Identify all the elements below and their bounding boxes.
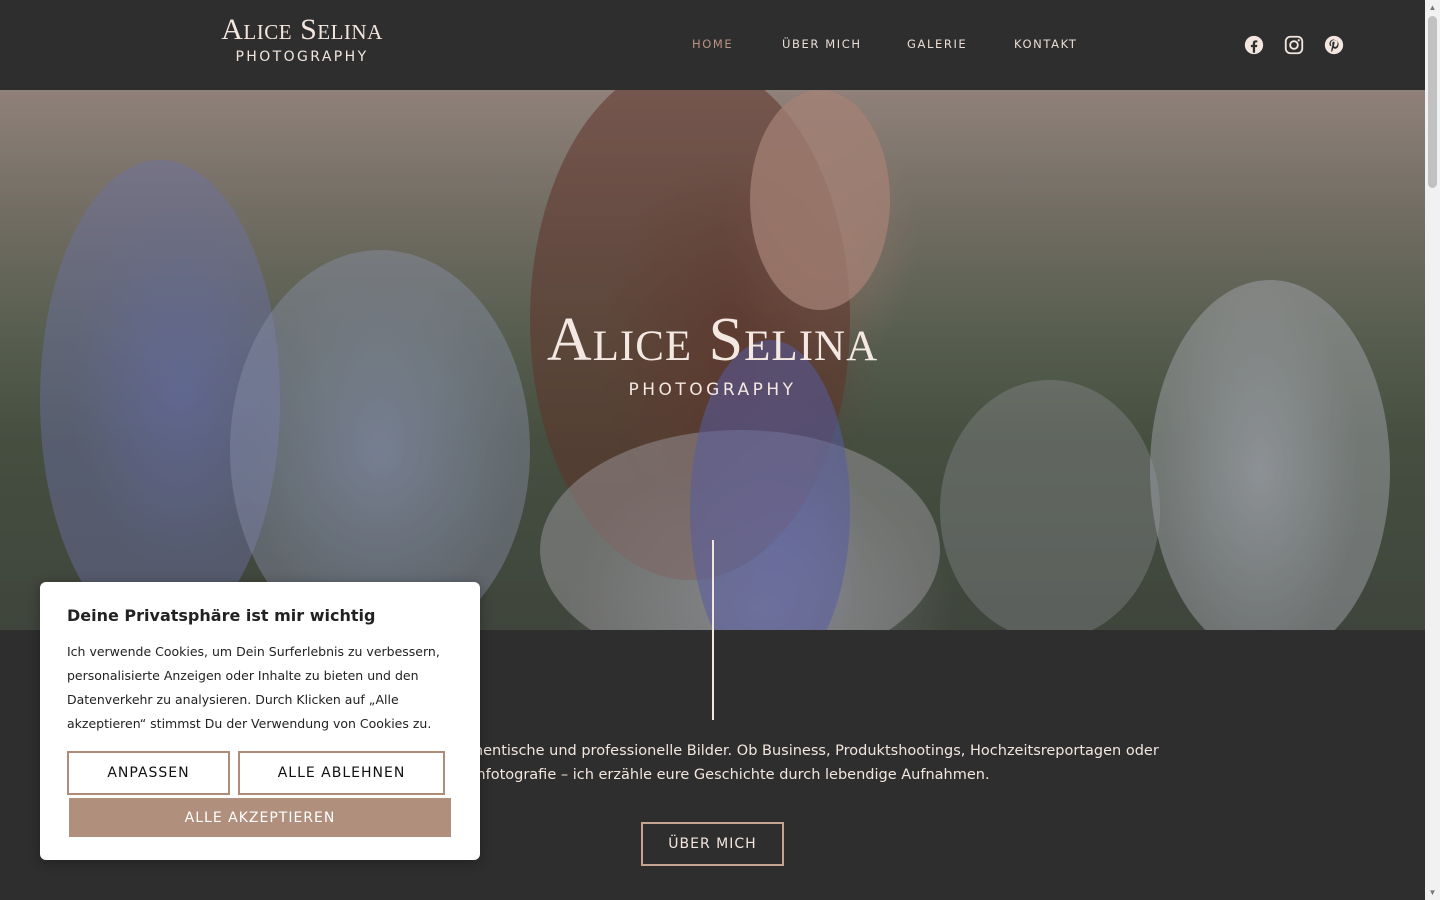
logo-name: Alice Selina xyxy=(221,13,383,46)
divider-line xyxy=(712,540,714,720)
ueber-mich-button[interactable]: ÜBER MICH xyxy=(641,822,784,866)
site-logo[interactable]: Alice Selina PHOTOGRAPHY xyxy=(212,13,392,66)
hero-subtitle: PHOTOGRAPHY xyxy=(628,380,797,400)
customize-button[interactable]: ANPASSEN xyxy=(67,751,230,795)
scroll-up-icon[interactable]: ▲ xyxy=(1425,0,1440,15)
hero-title: Alice Selina xyxy=(546,306,879,374)
accept-all-button[interactable]: ALLE AKZEPTIEREN xyxy=(69,798,451,837)
site-header: Alice Selina PHOTOGRAPHY HOME ÜBER MICH … xyxy=(0,0,1425,90)
nav-item-ueber-mich[interactable]: ÜBER MICH xyxy=(782,37,862,51)
instagram-icon[interactable] xyxy=(1283,34,1305,56)
logo-subtitle: PHOTOGRAPHY xyxy=(235,49,369,65)
reject-all-button[interactable]: ALLE ABLEHNEN xyxy=(238,751,445,795)
cookie-consent-dialog: Deine Privatsphäre ist mir wichtig Ich v… xyxy=(40,582,480,860)
nav-item-kontakt[interactable]: KONTAKT xyxy=(1014,37,1077,51)
nav-item-home[interactable]: HOME xyxy=(692,37,733,51)
facebook-icon[interactable] xyxy=(1243,34,1265,56)
scroll-down-icon[interactable]: ▼ xyxy=(1425,885,1440,900)
hero-title-block: Alice Selina PHOTOGRAPHY xyxy=(0,308,1425,400)
nav-item-galerie[interactable]: GALERIE xyxy=(907,37,967,51)
scroll-thumb[interactable] xyxy=(1428,16,1437,188)
page-scrollbar[interactable]: ▲ ▼ xyxy=(1425,0,1440,900)
cookie-text: Ich verwende Cookies, um Dein Surferlebn… xyxy=(67,644,440,731)
cookie-title: Deine Privatsphäre ist mir wichtig xyxy=(67,606,376,625)
pinterest-icon[interactable] xyxy=(1323,34,1345,56)
